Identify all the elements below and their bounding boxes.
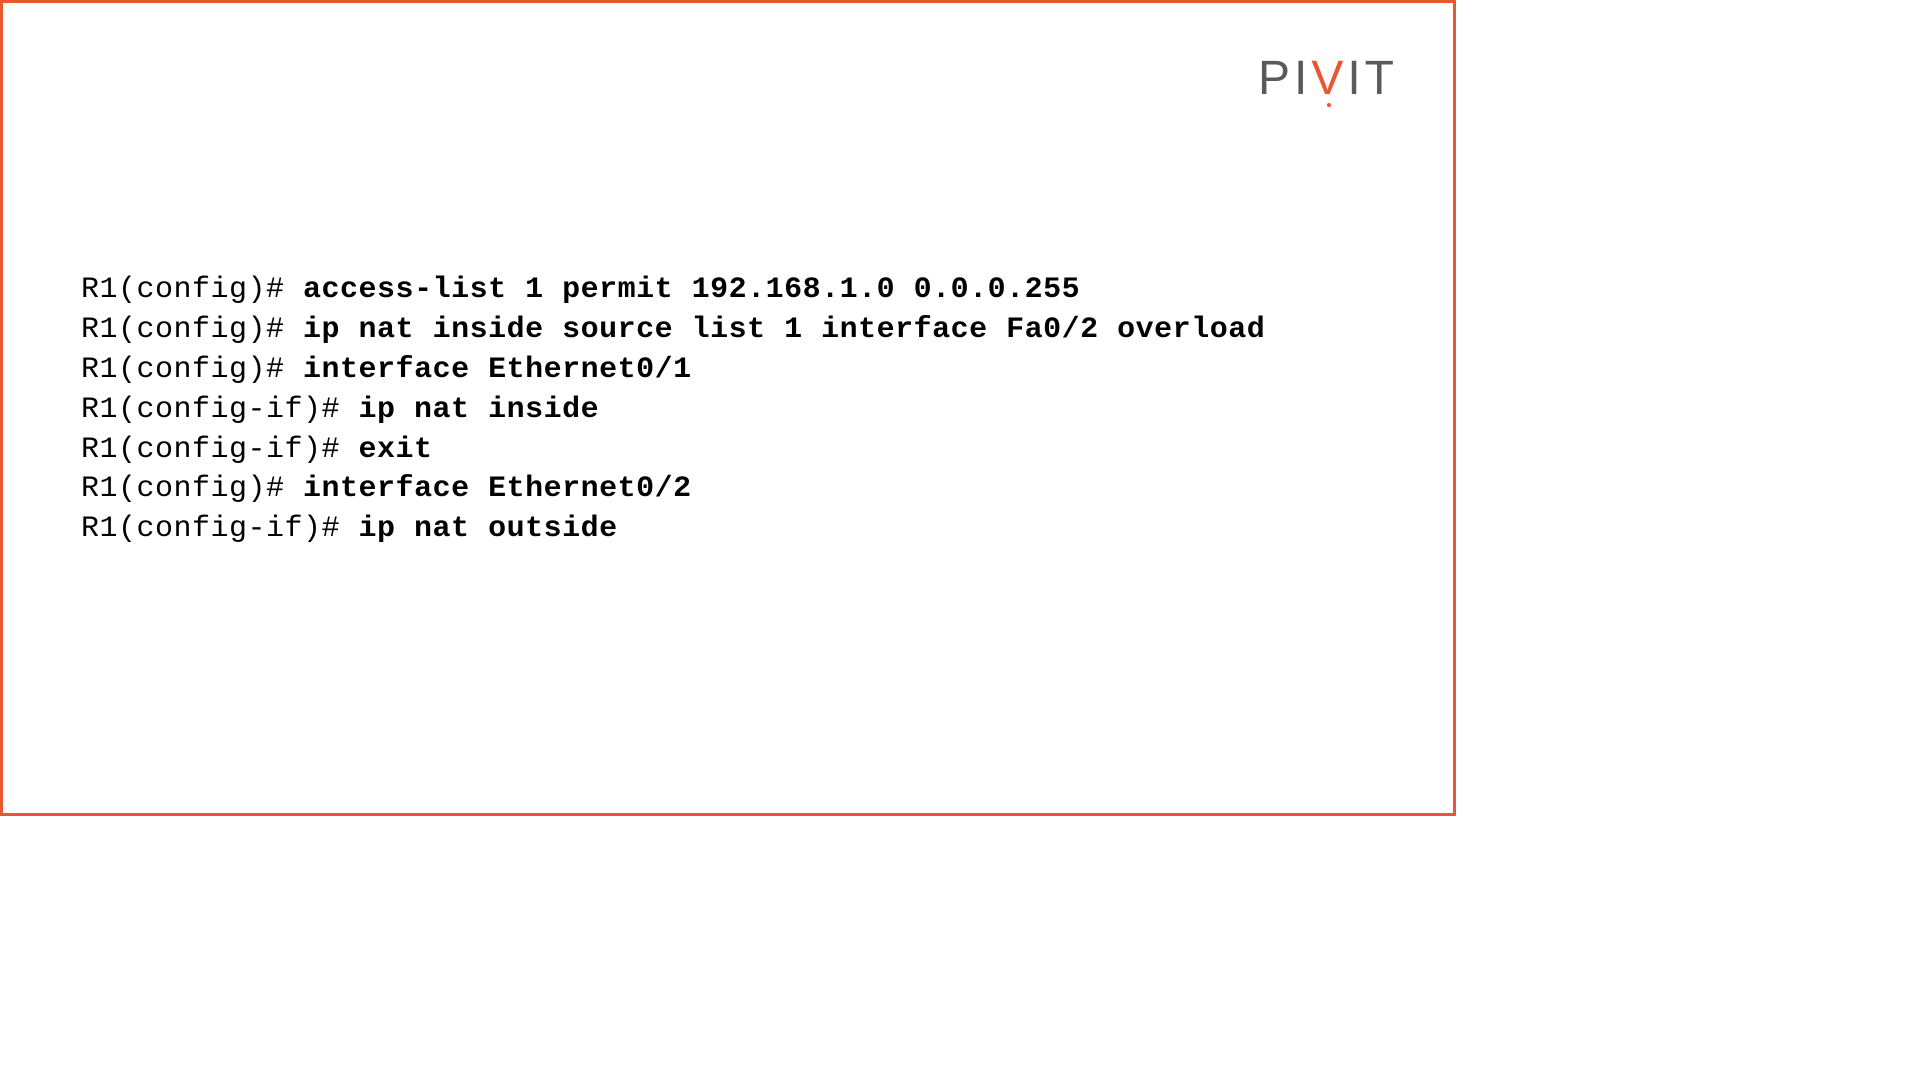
- logo-part-2: IT: [1347, 52, 1398, 105]
- terminal-prompt: R1(config)#: [81, 353, 303, 387]
- terminal-line: R1(config)# access-list 1 permit 192.168…: [81, 271, 1265, 311]
- terminal-prompt: R1(config-if)#: [81, 433, 359, 467]
- brand-logo: PIVIT: [1258, 51, 1398, 106]
- terminal-command: ip nat outside: [359, 512, 618, 546]
- terminal-output: R1(config)# access-list 1 permit 192.168…: [81, 271, 1265, 550]
- terminal-prompt: R1(config)#: [81, 273, 303, 307]
- terminal-line: R1(config)# interface Ethernet0/1: [81, 351, 1265, 391]
- terminal-prompt: R1(config)#: [81, 472, 303, 506]
- terminal-line: R1(config-if)# ip nat outside: [81, 510, 1265, 550]
- terminal-command: ip nat inside source list 1 interface Fa…: [303, 313, 1265, 347]
- terminal-command: exit: [359, 433, 433, 467]
- terminal-command: ip nat inside: [359, 393, 600, 427]
- terminal-command: interface Ethernet0/2: [303, 472, 692, 506]
- terminal-prompt: R1(config-if)#: [81, 512, 359, 546]
- logo-part-1: PI: [1258, 52, 1311, 105]
- terminal-command: access-list 1 permit 192.168.1.0 0.0.0.2…: [303, 273, 1080, 307]
- terminal-prompt: R1(config)#: [81, 313, 303, 347]
- terminal-line: R1(config-if)# exit: [81, 431, 1265, 471]
- terminal-command: interface Ethernet0/1: [303, 353, 692, 387]
- terminal-line: R1(config)# interface Ethernet0/2: [81, 470, 1265, 510]
- terminal-line: R1(config-if)# ip nat inside: [81, 391, 1265, 431]
- terminal-prompt: R1(config-if)#: [81, 393, 359, 427]
- terminal-line: R1(config)# ip nat inside source list 1 …: [81, 311, 1265, 351]
- logo-accent: V: [1311, 52, 1347, 105]
